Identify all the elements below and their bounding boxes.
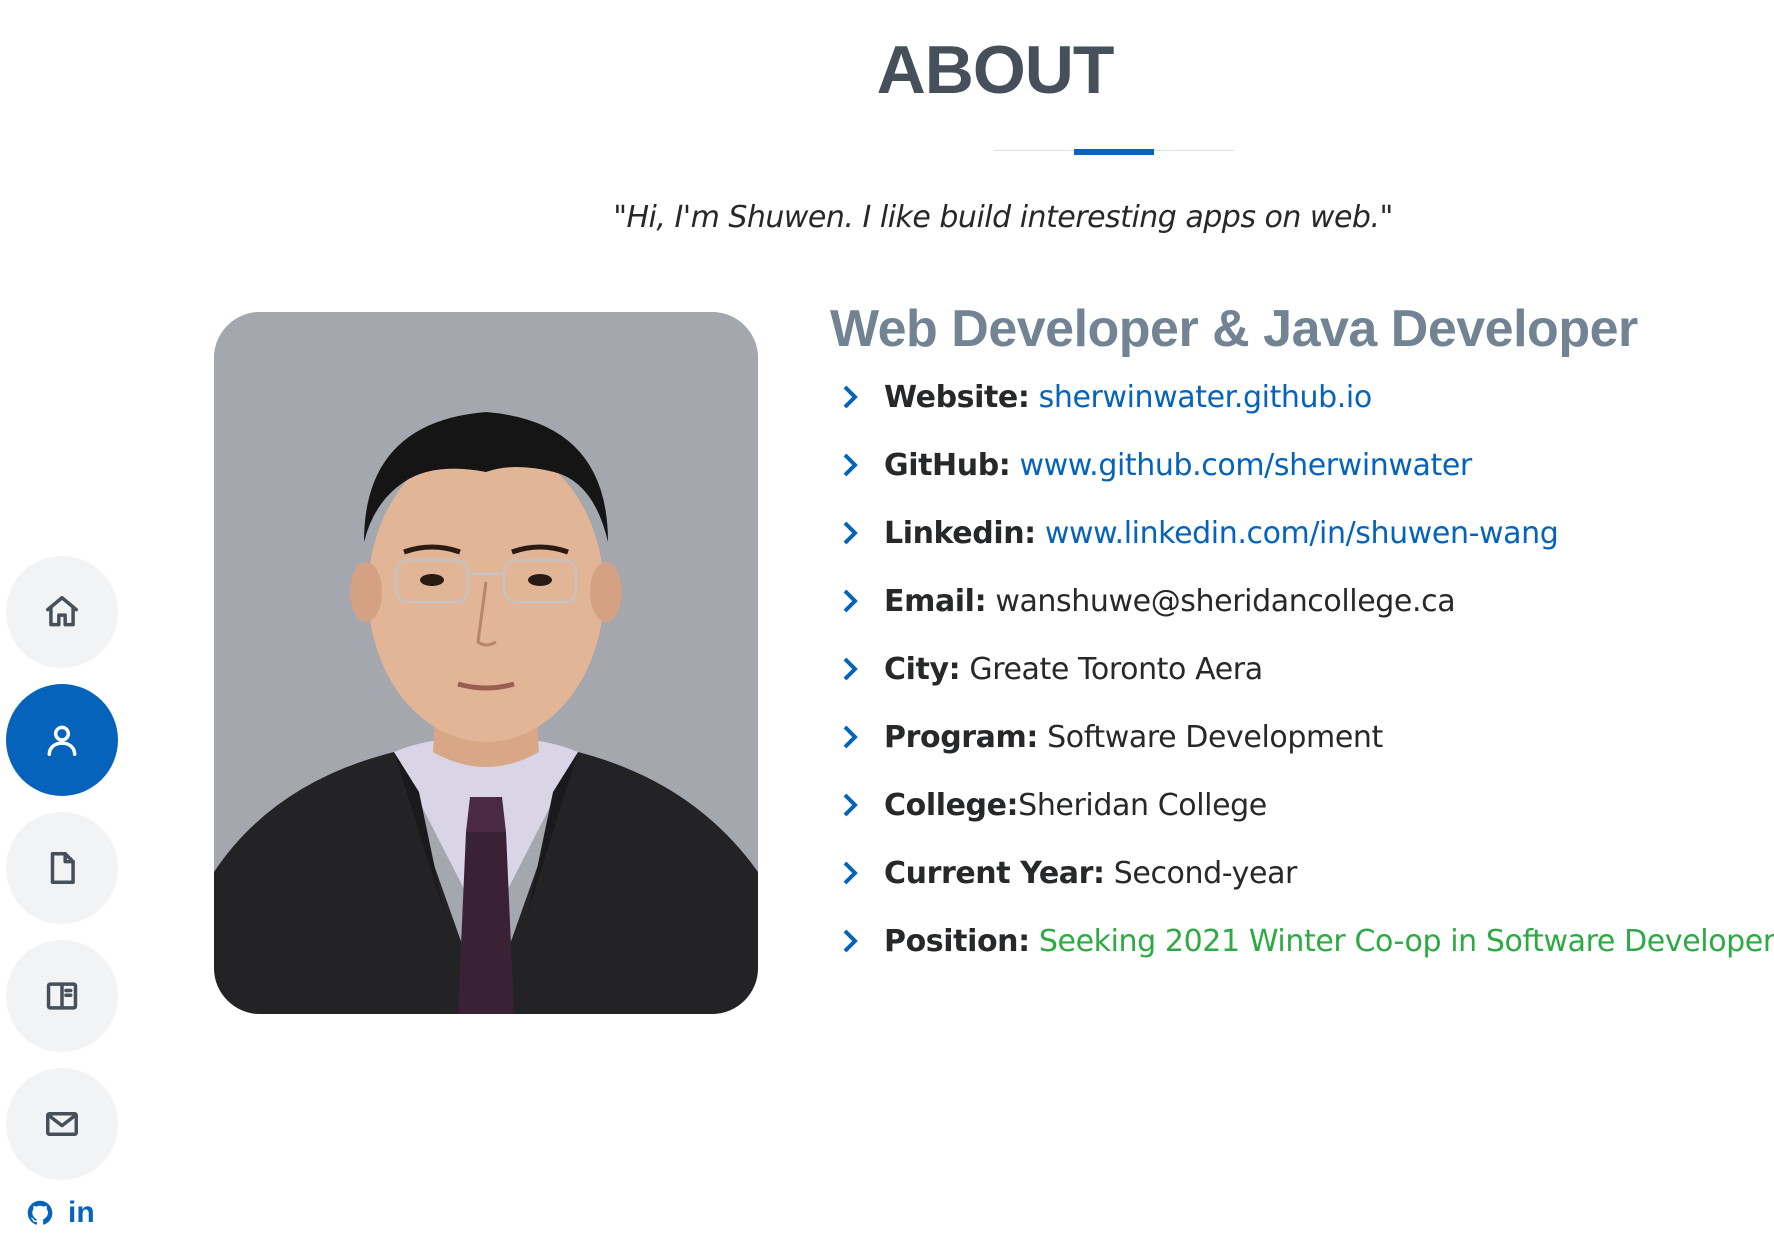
envelope-icon: [46, 1111, 78, 1137]
chevron-right-icon: [843, 793, 858, 817]
file-icon: [50, 852, 75, 884]
user-icon: [47, 725, 77, 756]
program-value: Software Development: [1047, 719, 1383, 755]
detail-label: Email:: [884, 583, 987, 619]
nav-home-button[interactable]: [6, 556, 118, 668]
chevron-right-icon: [843, 929, 858, 953]
detail-current-year: Current Year: Second-year: [830, 854, 1770, 922]
intro-quote: "Hi, I'm Shuwen. I like build interestin…: [613, 200, 1393, 235]
detail-label: Linkedin:: [884, 515, 1036, 551]
nav-portfolio-button[interactable]: [6, 940, 118, 1052]
github-icon[interactable]: [26, 1199, 54, 1227]
nav-contact-button[interactable]: [6, 1068, 118, 1180]
profile-photo: [214, 312, 758, 1014]
linkedin-profile-link[interactable]: www.linkedin.com/in/shuwen-wang: [1045, 516, 1559, 551]
detail-city: City: Greate Toronto Aera: [830, 650, 1770, 718]
detail-college: College:Sheridan College: [830, 786, 1770, 854]
nav-resume-button[interactable]: [6, 812, 118, 924]
detail-github: GitHub: www.github.com/sherwinwater: [830, 446, 1770, 514]
email-value: wanshuwe@sheridancollege.ca: [995, 583, 1456, 619]
chevron-right-icon: [843, 589, 858, 613]
detail-label: Current Year:: [884, 855, 1105, 891]
detail-linkedin: Linkedin: www.linkedin.com/in/shuwen-wan…: [830, 514, 1770, 582]
detail-label: Position:: [884, 923, 1030, 959]
detail-label: College:: [884, 787, 1019, 823]
portrait-image: [214, 312, 758, 1014]
home-icon: [46, 596, 78, 627]
chevron-right-icon: [843, 385, 858, 409]
chevron-right-icon: [843, 725, 858, 749]
current-year-value: Second-year: [1113, 855, 1298, 891]
college-value: Sheridan College: [1018, 787, 1267, 823]
profile-info: Web Developer & Java Developer Website: …: [830, 296, 1774, 990]
chevron-right-icon: [843, 861, 858, 885]
detail-program: Program: Software Development: [830, 718, 1770, 786]
chevron-right-icon: [843, 453, 858, 477]
social-links: in: [26, 1198, 95, 1228]
detail-website: Website: sherwinwater.github.io: [830, 378, 1770, 446]
linkedin-link[interactable]: in: [68, 1198, 95, 1228]
website-link[interactable]: sherwinwater.github.io: [1039, 380, 1373, 415]
section-header: ABOUT: [0, 30, 1774, 112]
github-link[interactable]: www.github.com/sherwinwater: [1020, 448, 1473, 483]
detail-label: Website:: [884, 379, 1030, 415]
role-heading: Web Developer & Java Developer: [830, 300, 1638, 358]
details-list: Website: sherwinwater.github.io GitHub: …: [830, 378, 1774, 990]
title-accent-bar: [1074, 149, 1154, 155]
detail-label: Program:: [884, 719, 1038, 755]
position-value: Seeking 2021 Winter Co-op in Software De…: [1038, 923, 1774, 959]
page-title: ABOUT: [876, 32, 1115, 108]
city-value: Greate Toronto Aera: [969, 651, 1263, 687]
chevron-right-icon: [843, 521, 858, 545]
detail-position: Position: Seeking 2021 Winter Co-op in S…: [830, 922, 1774, 990]
detail-email: Email: wanshuwe@sheridancollege.ca: [830, 582, 1770, 650]
nav-about-button[interactable]: [6, 684, 118, 796]
chevron-right-icon: [843, 657, 858, 681]
book-open-icon: [46, 982, 78, 1010]
detail-label: City:: [884, 651, 961, 687]
detail-label: GitHub:: [884, 447, 1011, 483]
side-nav: [6, 556, 118, 1196]
